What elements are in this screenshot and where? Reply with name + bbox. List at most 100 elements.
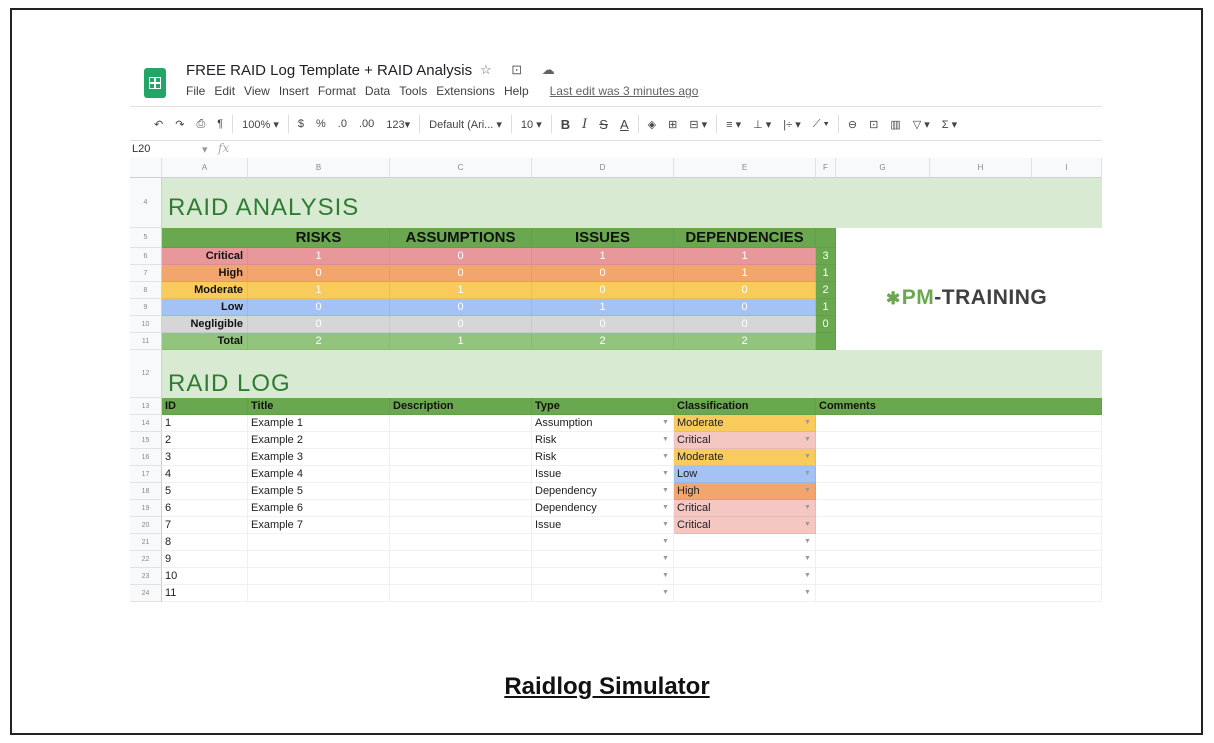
analysis-row-total[interactable]: 3	[816, 248, 836, 265]
strikethrough-button[interactable]: S	[599, 117, 608, 132]
analysis-header-dependencies[interactable]: DEPENDENCIES	[674, 228, 816, 248]
borders-icon[interactable]: ⊞	[668, 118, 677, 131]
row-header[interactable]: 17	[130, 466, 162, 483]
analysis-value[interactable]: 1	[674, 265, 816, 282]
column-header-d[interactable]: D	[532, 158, 674, 178]
log-cell-type[interactable]	[532, 551, 674, 568]
log-cell-classification[interactable]: Moderate	[674, 415, 816, 432]
log-cell-comments[interactable]	[816, 568, 1102, 585]
analysis-value[interactable]: 2	[674, 333, 816, 350]
analysis-row-total[interactable]: 1	[816, 265, 836, 282]
column-header-h[interactable]: H	[930, 158, 1032, 178]
menu-format[interactable]: Format	[318, 84, 356, 98]
zoom-select[interactable]: 100% ▾	[242, 118, 279, 131]
row-header[interactable]: 24	[130, 585, 162, 602]
log-cell-comments[interactable]	[816, 415, 1102, 432]
log-cell-description[interactable]	[390, 585, 532, 602]
analysis-value[interactable]: 0	[674, 316, 816, 333]
analysis-value[interactable]: 2	[248, 333, 390, 350]
insert-comment-icon[interactable]: ⊡	[869, 118, 878, 131]
analysis-value[interactable]: 0	[532, 282, 674, 299]
analysis-value[interactable]: 0	[674, 282, 816, 299]
log-cell-description[interactable]	[390, 551, 532, 568]
log-header-comments[interactable]: Comments	[816, 398, 1102, 415]
log-cell-comments[interactable]	[816, 449, 1102, 466]
log-cell-comments[interactable]	[816, 551, 1102, 568]
classification-dropdown-icon[interactable]: ▼	[804, 555, 811, 562]
functions-icon[interactable]: Σ ▾	[942, 118, 957, 131]
paint-format-icon[interactable]: ¶	[217, 118, 223, 130]
row-header[interactable]: 13	[130, 398, 162, 415]
log-header-id[interactable]: ID	[162, 398, 248, 415]
select-all-corner[interactable]	[130, 158, 162, 178]
text-wrap-icon[interactable]: |÷ ▾	[783, 118, 800, 131]
analysis-row-total[interactable]	[816, 333, 836, 350]
log-cell-comments[interactable]	[816, 466, 1102, 483]
print-icon[interactable]: ⎙	[196, 118, 205, 131]
column-header-e[interactable]: E	[674, 158, 816, 178]
analysis-value[interactable]: 0	[390, 248, 532, 265]
log-cell-description[interactable]	[390, 432, 532, 449]
log-cell-id[interactable]: 6	[162, 500, 248, 517]
type-dropdown-icon[interactable]: ▼	[662, 470, 669, 477]
column-header-g[interactable]: G	[836, 158, 930, 178]
type-dropdown-icon[interactable]: ▼	[662, 521, 669, 528]
type-dropdown-icon[interactable]: ▼	[662, 419, 669, 426]
analysis-value[interactable]: 0	[390, 299, 532, 316]
analysis-value[interactable]: 1	[248, 282, 390, 299]
log-cell-type[interactable]: Assumption	[532, 415, 674, 432]
log-cell-comments[interactable]	[816, 500, 1102, 517]
classification-dropdown-icon[interactable]: ▼	[804, 504, 811, 511]
row-header[interactable]: 8	[130, 282, 162, 299]
row-header[interactable]: 10	[130, 316, 162, 333]
log-cell-classification[interactable]: Critical	[674, 517, 816, 534]
analysis-row-total[interactable]: 0	[816, 316, 836, 333]
analysis-value[interactable]: 1	[674, 248, 816, 265]
type-dropdown-icon[interactable]: ▼	[662, 538, 669, 545]
log-cell-description[interactable]	[390, 483, 532, 500]
log-cell-type[interactable]: Issue	[532, 517, 674, 534]
analysis-header-assumptions[interactable]: ASSUMPTIONS	[390, 228, 532, 248]
analysis-label-total[interactable]: Total	[162, 333, 248, 350]
log-cell-title[interactable]: Example 1	[248, 415, 390, 432]
log-cell-title[interactable]: Example 4	[248, 466, 390, 483]
row-header[interactable]: 4	[130, 178, 162, 228]
merge-cells-icon[interactable]: ⊟ ▾	[689, 118, 707, 131]
text-rotate-icon[interactable]: ⟋ ▾	[813, 118, 829, 131]
font-select[interactable]: Default (Ari... ▾	[429, 118, 502, 131]
currency-button[interactable]: $	[298, 118, 304, 130]
row-header[interactable]: 22	[130, 551, 162, 568]
type-dropdown-icon[interactable]: ▼	[662, 555, 669, 562]
analysis-value[interactable]: 0	[390, 316, 532, 333]
log-cell-id[interactable]: 3	[162, 449, 248, 466]
insert-chart-icon[interactable]: ▥	[890, 118, 900, 131]
log-cell-id[interactable]: 4	[162, 466, 248, 483]
analysis-value[interactable]: 0	[674, 299, 816, 316]
row-header[interactable]: 7	[130, 265, 162, 282]
column-header-f[interactable]: F	[816, 158, 836, 178]
redo-icon[interactable]: ↷	[175, 118, 184, 131]
row-header[interactable]: 23	[130, 568, 162, 585]
column-header-b[interactable]: B	[248, 158, 390, 178]
menu-view[interactable]: View	[244, 84, 270, 98]
row-header[interactable]: 16	[130, 449, 162, 466]
log-cell-comments[interactable]	[816, 432, 1102, 449]
log-cell-comments[interactable]	[816, 585, 1102, 602]
log-cell-title[interactable]	[248, 568, 390, 585]
star-move-cloud-icons[interactable]: ☆ ⊡ ☁	[480, 62, 563, 78]
analysis-header-issues[interactable]: ISSUES	[532, 228, 674, 248]
log-header-classification[interactable]: Classification	[674, 398, 816, 415]
menu-tools[interactable]: Tools	[399, 84, 427, 98]
log-cell-description[interactable]	[390, 500, 532, 517]
log-cell-classification[interactable]	[674, 551, 816, 568]
log-header-title[interactable]: Title	[248, 398, 390, 415]
log-cell-id[interactable]: 10	[162, 568, 248, 585]
log-cell-type[interactable]	[532, 568, 674, 585]
row-header[interactable]: 5	[130, 228, 162, 248]
column-header-i[interactable]: I	[1032, 158, 1102, 178]
analysis-label-low[interactable]: Low	[162, 299, 248, 316]
log-cell-type[interactable]: Risk	[532, 432, 674, 449]
italic-button[interactable]: I	[582, 117, 587, 132]
analysis-value[interactable]: 1	[390, 333, 532, 350]
row-header[interactable]: 12	[130, 350, 162, 398]
